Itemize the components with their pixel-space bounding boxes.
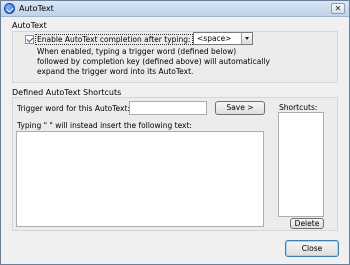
description-line: followed by completion key (defined abov… bbox=[37, 57, 270, 66]
close-button[interactable]: Close bbox=[285, 240, 339, 257]
description-line: expand the trigger word into its AutoTex… bbox=[37, 67, 194, 76]
dropdown-arrow-icon[interactable] bbox=[241, 33, 252, 44]
window-close-icon[interactable]: ✕ bbox=[331, 3, 345, 14]
description-line: When enabled, typing a trigger word (def… bbox=[37, 47, 237, 56]
trigger-word-label: Trigger word for this AutoText: bbox=[17, 104, 130, 113]
autotext-section-label: AutoText bbox=[12, 21, 47, 30]
enable-autotext-label[interactable]: Enable AutoText completion after typing: bbox=[35, 34, 193, 45]
completion-key-value: <space> bbox=[197, 34, 232, 43]
enable-autotext-checkbox[interactable] bbox=[25, 35, 34, 44]
shortcuts-listbox[interactable] bbox=[278, 112, 324, 217]
shortcuts-list-label: Shortcuts: bbox=[279, 103, 318, 112]
autotext-description: When enabled, typing a trigger word (def… bbox=[37, 47, 277, 77]
save-button[interactable]: Save > bbox=[215, 101, 265, 115]
trigger-word-input[interactable] bbox=[129, 101, 207, 115]
shortcuts-section-label: Defined AutoText Shortcuts bbox=[12, 88, 122, 97]
completion-key-select[interactable]: <space> bbox=[193, 32, 253, 45]
app-icon bbox=[4, 3, 15, 14]
autotext-body-textarea[interactable] bbox=[16, 131, 264, 227]
insert-text-label: Typing " " will instead insert the follo… bbox=[17, 121, 192, 130]
delete-button[interactable]: Delete bbox=[290, 218, 324, 229]
autotext-window: AutoText ✕ AutoText Enable AutoText comp… bbox=[0, 0, 350, 265]
window-title: AutoText bbox=[19, 4, 54, 13]
title-bar[interactable]: AutoText ✕ bbox=[1, 1, 349, 17]
